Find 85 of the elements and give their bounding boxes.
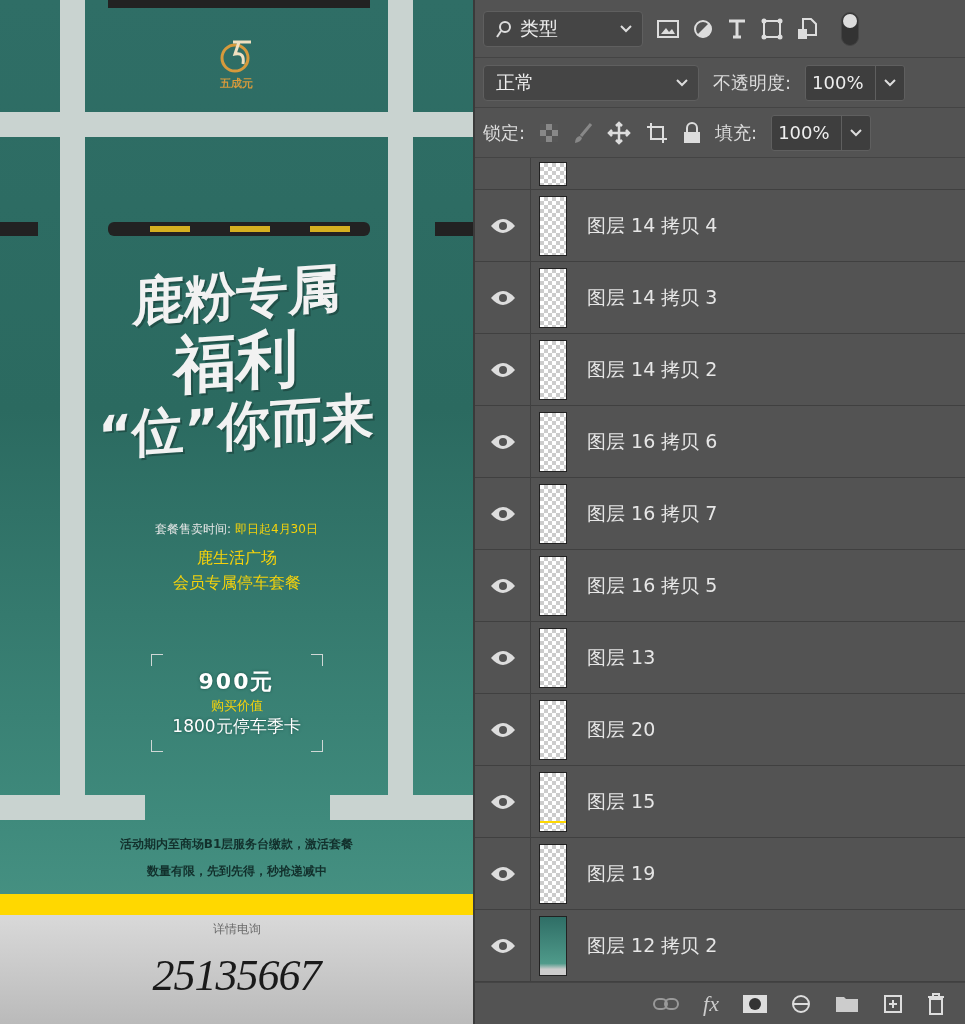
layer-thumbnail	[539, 195, 567, 256]
blend-mode-dropdown[interactable]: 正常	[483, 64, 699, 101]
smart-object-icon[interactable]	[797, 17, 817, 40]
layer-thumbnail	[539, 339, 567, 400]
hotline-label: 详情电询	[212, 920, 261, 938]
fill-label: 填充:	[715, 120, 758, 145]
new-layer-icon[interactable]	[883, 993, 903, 1014]
trash-icon[interactable]	[927, 992, 945, 1015]
layer-row[interactable]: 图层 14 拷贝 2	[475, 334, 965, 406]
image-icon[interactable]	[657, 19, 679, 38]
note-text: 活动期内至商场B1层服务台缴款，激活套餐	[119, 835, 354, 853]
layer-row[interactable]: 图层 19	[475, 838, 965, 910]
folder-icon[interactable]	[835, 994, 859, 1013]
move-icon[interactable]	[607, 120, 632, 145]
layer-name: 图层 14 拷贝 2	[587, 356, 718, 382]
layer-name: 图层 15	[587, 788, 656, 814]
layer-row[interactable]: 图层 16 拷贝 6	[475, 406, 965, 478]
barrier-drawing	[0, 222, 38, 236]
eye-icon[interactable]	[489, 505, 516, 522]
value-text: 1800元停车季卡	[172, 715, 301, 739]
eye-icon[interactable]	[489, 289, 516, 306]
fill-field[interactable]: 100%	[771, 114, 872, 151]
shape-icon[interactable]	[761, 17, 783, 40]
layer-row[interactable]: 图层 14 拷贝 3	[475, 262, 965, 334]
layer-thumbnail	[539, 843, 567, 904]
eye-icon[interactable]	[489, 217, 516, 234]
layer-row[interactable]: 图层 20	[475, 694, 965, 766]
chevron-icon	[620, 24, 632, 33]
layer-thumbnail	[539, 411, 567, 472]
note-text: 数量有限，先到先得，秒抢递减中	[146, 862, 327, 880]
layer-name: 图层 12 拷贝 2	[587, 932, 718, 958]
lock-label: 锁定:	[483, 120, 526, 145]
layer-thumbnail	[539, 915, 567, 976]
text-icon[interactable]	[727, 18, 747, 39]
opacity-field[interactable]: 100%	[805, 64, 906, 101]
eye-icon[interactable]	[489, 649, 516, 666]
opacity-label: 不透明度:	[713, 70, 792, 95]
layer-row[interactable]: 图层 16 拷贝 7	[475, 478, 965, 550]
layer-name: 图层 16 拷贝 7	[587, 500, 718, 526]
phone-number: 25135667	[152, 949, 321, 1001]
layer-row[interactable]: 图层 12 拷贝 2	[475, 910, 965, 982]
layer-thumbnail	[539, 483, 567, 544]
crop-icon[interactable]	[645, 120, 670, 145]
layer-thumbnail	[539, 771, 567, 832]
venue-text: 鹿生活广场	[196, 547, 277, 569]
layer-row[interactable]: 图层 14 拷贝 4	[475, 190, 965, 262]
eye-icon[interactable]	[489, 793, 516, 810]
layer-thumbnail	[539, 699, 567, 760]
layer-row[interactable]: 图层 16 拷贝 5	[475, 550, 965, 622]
mask-icon[interactable]	[743, 994, 767, 1013]
layer-name: 图层 16 拷贝 5	[587, 572, 718, 598]
layer-row[interactable]: 图层 13	[475, 622, 965, 694]
value-label: 购买价值	[210, 697, 263, 716]
eye-icon[interactable]	[489, 577, 516, 594]
eye-icon[interactable]	[489, 361, 516, 378]
layer-thumbnail	[539, 627, 567, 688]
lock-icon[interactable]	[683, 121, 702, 144]
chevron-icon	[676, 78, 688, 87]
filter-dropdown[interactable]: 类型	[483, 10, 643, 47]
layer-thumbnail	[539, 555, 567, 616]
fx-button[interactable]: fx	[703, 990, 719, 1017]
sale-period-text: 套餐售卖时间: 即日起4月30日	[155, 520, 318, 538]
price-text: 900元	[198, 668, 275, 697]
layer-name: 图层 20	[587, 716, 656, 742]
layer-thumbnail	[539, 267, 567, 328]
eye-icon[interactable]	[489, 433, 516, 450]
layer-name: 图层 14 拷贝 3	[587, 284, 718, 310]
layer-name: 图层 13	[587, 644, 656, 670]
adjustment-icon[interactable]	[693, 18, 713, 39]
layer-name: 图层 14 拷贝 4	[587, 212, 718, 238]
layer-name: 图层 16 拷贝 6	[587, 428, 718, 454]
filter-toggle[interactable]	[841, 11, 859, 46]
eye-icon[interactable]	[489, 721, 516, 738]
layer-thumbnail	[539, 161, 567, 186]
eye-icon[interactable]	[489, 937, 516, 954]
layer-row[interactable]: 图层 15	[475, 766, 965, 838]
barrier-drawing	[435, 222, 473, 236]
link-icon[interactable]	[653, 996, 680, 1011]
search-icon	[496, 19, 512, 38]
layer-row[interactable]	[475, 158, 965, 190]
eye-icon[interactable]	[489, 865, 516, 882]
logo-text: 五成元	[220, 76, 253, 91]
adjustment-icon[interactable]	[791, 993, 811, 1014]
package-text: 会员专属停车套餐	[172, 572, 301, 594]
layer-name: 图层 19	[587, 860, 656, 886]
